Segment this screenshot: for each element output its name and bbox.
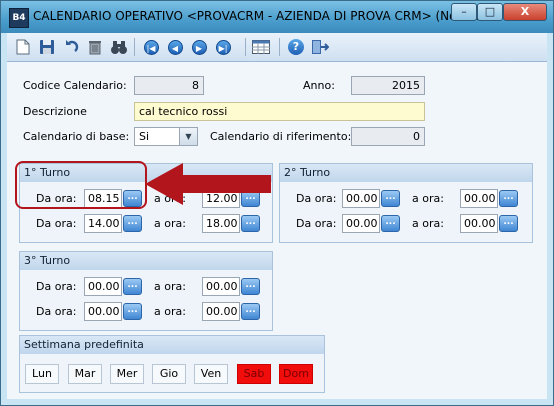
turno-3-da-ora-1[interactable]: 00.00 — [84, 277, 122, 296]
a-ora-label: a ora: — [412, 192, 444, 205]
undo-icon[interactable] — [61, 37, 81, 57]
calendar-grid-icon[interactable] — [251, 37, 271, 57]
da-ora-label: Da ora: — [296, 192, 337, 205]
turno-2-da-ora-2[interactable]: 00.00 — [342, 214, 380, 233]
day-button-lun[interactable]: Lun — [25, 364, 59, 384]
red-arrow-annotation — [145, 163, 271, 205]
day-button-ven[interactable]: Ven — [194, 364, 228, 384]
day-button-sab[interactable]: Sab — [237, 364, 271, 384]
toolbar-separator — [134, 38, 135, 56]
new-document-icon[interactable] — [13, 37, 33, 57]
a-ora-label: a ora: — [412, 217, 444, 230]
chevron-down-icon[interactable]: ▼ — [179, 128, 197, 145]
time-picker-button[interactable]: ... — [499, 190, 518, 207]
descrizione-field[interactable]: cal tecnico rossi — [134, 102, 425, 121]
anno-label: Anno: — [303, 79, 335, 92]
day-button-dom[interactable]: Dom — [279, 364, 313, 384]
turno-1-da-ora-2[interactable]: 14.00 — [84, 214, 122, 233]
search-binoculars-icon[interactable] — [109, 37, 129, 57]
time-picker-button[interactable]: ... — [241, 303, 260, 320]
window-title: CALENDARIO OPERATIVO <PROVACRM - AZIENDA… — [33, 9, 484, 23]
time-picker-button[interactable]: ... — [241, 215, 260, 232]
codice-calendario-field[interactable]: 8 — [134, 76, 204, 95]
time-picker-button[interactable]: ... — [499, 215, 518, 232]
title-bar[interactable]: B4 CALENDARIO OPERATIVO <PROVACRM - AZIE… — [1, 1, 553, 33]
codice-calendario-label: Codice Calendario: — [23, 79, 127, 92]
last-record-icon[interactable]: ▶| — [213, 37, 233, 57]
da-ora-label: Da ora: — [36, 280, 77, 293]
first-record-icon[interactable]: |◀ — [141, 37, 161, 57]
toolbar: |◀ ◀ ▶ ▶| ? — [7, 33, 547, 62]
day-button-mar[interactable]: Mar — [68, 364, 102, 384]
calendario-riferimento-field[interactable]: 0 — [351, 127, 425, 146]
maximize-button[interactable]: □ — [477, 3, 503, 21]
help-icon[interactable]: ? — [286, 37, 306, 57]
time-picker-button[interactable]: ... — [381, 215, 400, 232]
settimana-predefinita-title: Settimana predefinita — [20, 336, 324, 354]
turno-3-group: 3° Turno Da ora: 00.00 ... a ora: 00.00 … — [19, 251, 273, 331]
turno-3-a-ora-1[interactable]: 00.00 — [202, 277, 240, 296]
app-window: B4 CALENDARIO OPERATIVO <PROVACRM - AZIE… — [0, 0, 554, 406]
previous-record-icon[interactable]: ◀ — [165, 37, 185, 57]
calendario-base-combo[interactable]: Si ▼ — [134, 127, 198, 146]
turno-2-title: 2° Turno — [280, 164, 532, 182]
toolbar-separator — [245, 38, 246, 56]
app-icon: B4 — [9, 8, 29, 28]
a-ora-label: a ora: — [154, 280, 186, 293]
a-ora-label: a ora: — [154, 305, 186, 318]
minimize-button[interactable]: – — [451, 3, 477, 21]
descrizione-label: Descrizione — [23, 105, 87, 118]
turno-1-a-ora-2[interactable]: 18.00 — [202, 214, 240, 233]
time-picker-button[interactable]: ... — [123, 215, 142, 232]
save-icon[interactable] — [37, 37, 57, 57]
calendario-base-label: Calendario di base: — [23, 130, 130, 143]
turno-2-group: 2° Turno Da ora: 00.00 ... a ora: 00.00 … — [279, 163, 533, 243]
exit-door-icon[interactable] — [310, 37, 330, 57]
calendario-base-value: Si — [139, 130, 150, 143]
turno-2-a-ora-1[interactable]: 00.00 — [460, 189, 498, 208]
delete-icon[interactable] — [85, 37, 105, 57]
time-picker-button[interactable]: ... — [123, 278, 142, 295]
calendario-riferimento-label: Calendario di riferimento: — [210, 130, 352, 143]
next-record-icon[interactable]: ▶ — [189, 37, 209, 57]
day-button-mer[interactable]: Mer — [110, 364, 144, 384]
a-ora-label: a ora: — [154, 217, 186, 230]
turno-3-a-ora-2[interactable]: 00.00 — [202, 302, 240, 321]
anno-field[interactable]: 2015 — [351, 76, 425, 95]
da-ora-label: Da ora: — [36, 217, 77, 230]
toolbar-separator — [279, 38, 280, 56]
turno-2-da-ora-1[interactable]: 00.00 — [342, 189, 380, 208]
highlight-rounded-box — [15, 161, 147, 209]
turno-3-da-ora-2[interactable]: 00.00 — [84, 302, 122, 321]
da-ora-label: Da ora: — [36, 305, 77, 318]
form-area: |◀ ◀ ▶ ▶| ? Codice Calendario: 8 Anno: 2… — [7, 33, 547, 399]
da-ora-label: Da ora: — [296, 217, 337, 230]
time-picker-button[interactable]: ... — [123, 303, 142, 320]
time-picker-button[interactable]: ... — [381, 190, 400, 207]
close-button[interactable]: X — [503, 3, 547, 21]
turno-2-a-ora-2[interactable]: 00.00 — [460, 214, 498, 233]
turno-3-title: 3° Turno — [20, 252, 272, 270]
time-picker-button[interactable]: ... — [241, 278, 260, 295]
day-button-gio[interactable]: Gio — [152, 364, 186, 384]
